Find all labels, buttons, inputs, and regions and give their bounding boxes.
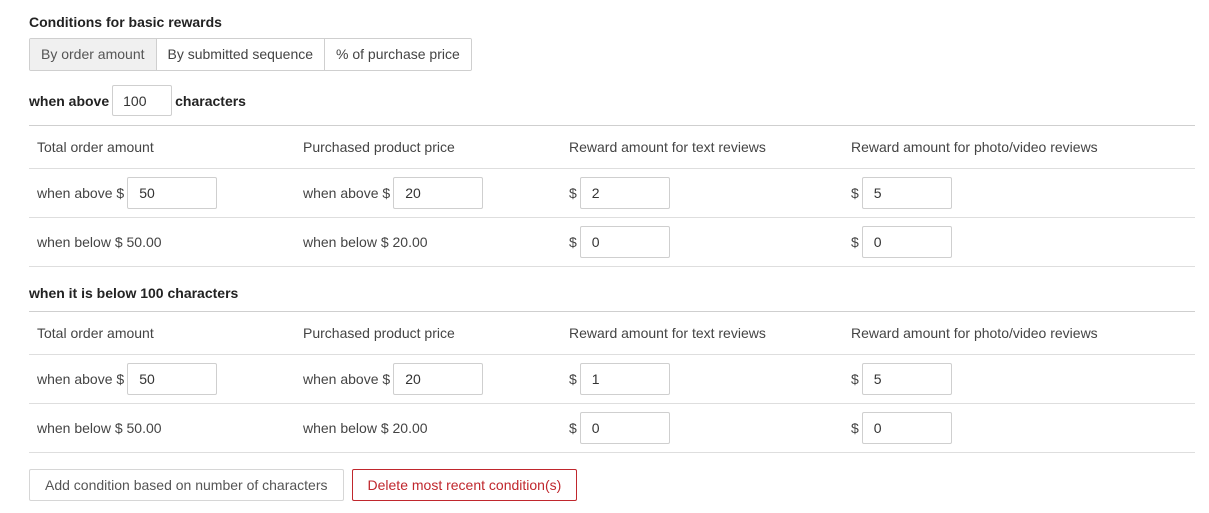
price-above-label: when above $ (303, 371, 391, 387)
product-price-input[interactable] (393, 363, 484, 395)
order-below-label: when below $ 50.00 (29, 403, 295, 453)
price-below-label: when below $ 20.00 (295, 217, 561, 267)
tab-percent-of-purchase-price[interactable]: % of purchase price (325, 39, 471, 70)
section-title: Conditions for basic rewards (29, 14, 222, 30)
above-threshold-table: Total order amount Purchased product pri… (29, 125, 1195, 267)
header-total-order-amount: Total order amount (29, 311, 295, 355)
table-header-row: Total order amount Purchased product pri… (29, 125, 1195, 169)
table-row: when below $ 50.00 when below $ 20.00 $ … (29, 403, 1195, 453)
currency-prefix: $ (851, 234, 859, 250)
character-threshold-prefix: when above (29, 92, 110, 109)
photo-review-reward-input[interactable] (861, 226, 952, 258)
photo-review-reward-input[interactable] (861, 363, 952, 395)
character-threshold-suffix: characters (175, 92, 246, 109)
text-review-reward-input[interactable] (579, 226, 670, 258)
add-condition-button[interactable]: Add condition based on number of charact… (29, 469, 344, 501)
character-threshold-input[interactable] (112, 85, 173, 116)
currency-prefix: $ (569, 420, 577, 436)
order-amount-input[interactable] (127, 177, 218, 209)
order-above-label: when above $ (37, 185, 125, 201)
text-review-reward-input[interactable] (579, 412, 670, 444)
tab-by-submitted-sequence[interactable]: By submitted sequence (156, 39, 326, 70)
currency-prefix: $ (851, 185, 859, 201)
photo-review-reward-input[interactable] (861, 177, 952, 209)
order-above-label: when above $ (37, 371, 125, 387)
below-threshold-table: Total order amount Purchased product pri… (29, 311, 1195, 453)
header-photo-review-reward: Reward amount for photo/video reviews (843, 311, 1195, 355)
currency-prefix: $ (851, 371, 859, 387)
header-total-order-amount: Total order amount (29, 125, 295, 169)
header-text-review-reward: Reward amount for text reviews (561, 125, 843, 169)
order-amount-input[interactable] (127, 363, 218, 395)
header-purchased-product-price: Purchased product price (295, 311, 561, 355)
photo-review-reward-input[interactable] (861, 412, 952, 444)
header-photo-review-reward: Reward amount for photo/video reviews (843, 125, 1195, 169)
delete-condition-button[interactable]: Delete most recent condition(s) (351, 469, 578, 501)
table-row: when above $ when above $ $ $ (29, 354, 1195, 404)
currency-prefix: $ (569, 371, 577, 387)
below-threshold-title: when it is below 100 characters (29, 285, 239, 301)
header-purchased-product-price: Purchased product price (295, 125, 561, 169)
currency-prefix: $ (569, 234, 577, 250)
header-text-review-reward: Reward amount for text reviews (561, 311, 843, 355)
text-review-reward-input[interactable] (579, 363, 670, 395)
table-header-row: Total order amount Purchased product pri… (29, 311, 1195, 355)
character-threshold-row: when above characters (29, 85, 246, 116)
order-below-label: when below $ 50.00 (29, 217, 295, 267)
currency-prefix: $ (569, 185, 577, 201)
table-row: when above $ when above $ $ $ (29, 168, 1195, 218)
product-price-input[interactable] (393, 177, 484, 209)
currency-prefix: $ (851, 420, 859, 436)
text-review-reward-input[interactable] (579, 177, 670, 209)
tab-by-order-amount[interactable]: By order amount (30, 39, 157, 70)
reward-mode-tabs: By order amount By submitted sequence % … (29, 38, 472, 71)
price-below-label: when below $ 20.00 (295, 403, 561, 453)
price-above-label: when above $ (303, 185, 391, 201)
table-row: when below $ 50.00 when below $ 20.00 $ … (29, 217, 1195, 267)
action-buttons: Add condition based on number of charact… (29, 469, 578, 501)
